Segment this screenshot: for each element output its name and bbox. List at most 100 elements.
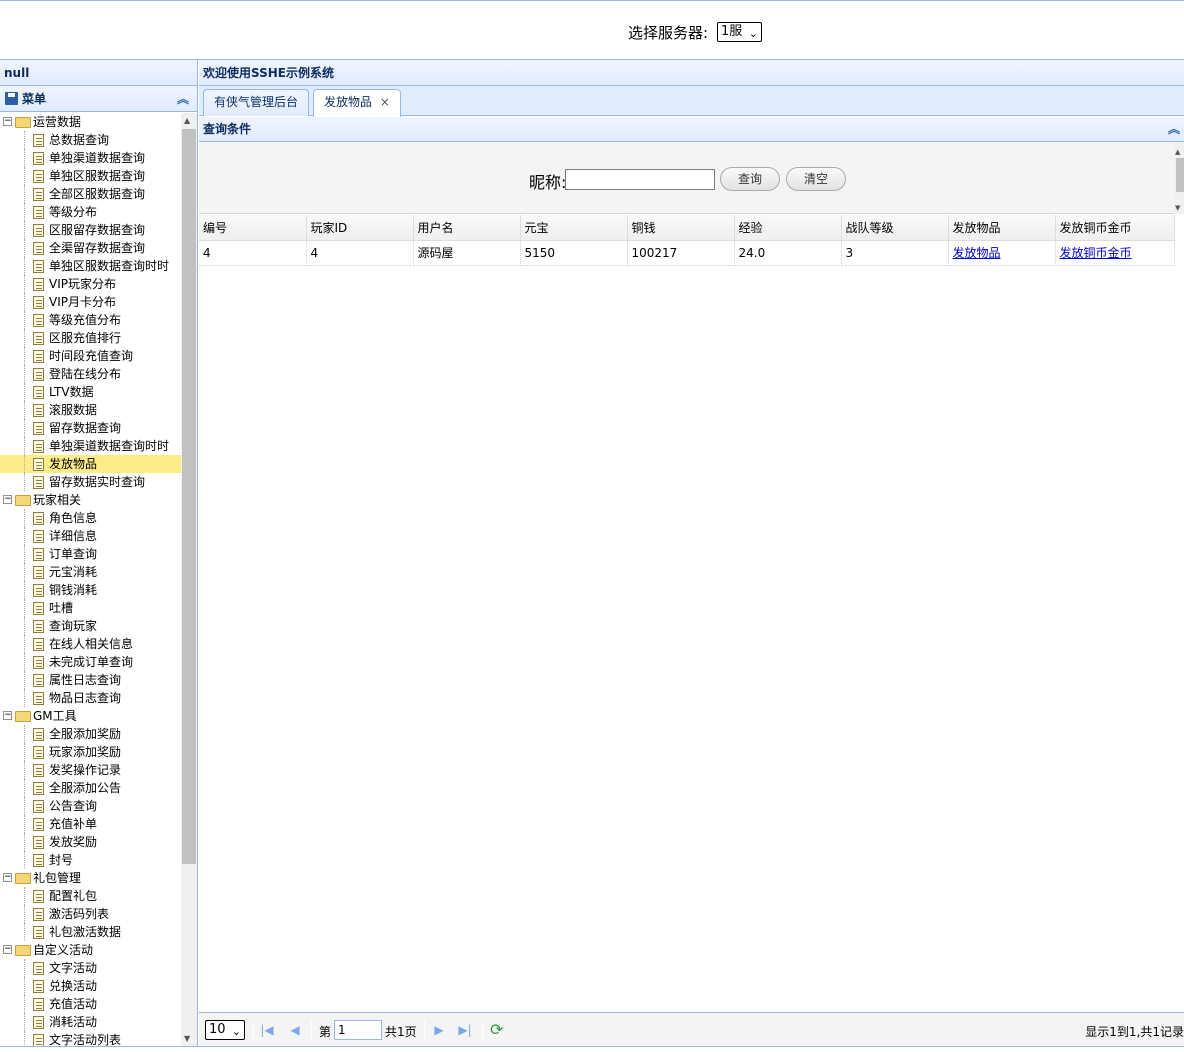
- column-header[interactable]: 战队等级: [841, 215, 949, 241]
- column-header[interactable]: 编号: [199, 215, 307, 241]
- tree-item[interactable]: 登陆在线分布: [0, 365, 181, 383]
- tree-item[interactable]: 文字活动: [0, 959, 181, 977]
- tree-item[interactable]: 兑换活动: [0, 977, 181, 995]
- tree-item[interactable]: 全服添加奖励: [0, 725, 181, 743]
- collapse-up-icon[interactable]: ︽: [1168, 117, 1180, 142]
- tree-item[interactable]: 单独区服数据查询: [0, 167, 181, 185]
- tree-item[interactable]: 未完成订单查询: [0, 653, 181, 671]
- tree-item[interactable]: 吐槽: [0, 599, 181, 617]
- tree-item[interactable]: 留存数据查询: [0, 419, 181, 437]
- tree-item[interactable]: 滚服数据: [0, 401, 181, 419]
- collapse-toggle-icon[interactable]: −: [3, 117, 12, 126]
- nickname-input[interactable]: [565, 169, 715, 190]
- first-page-icon[interactable]: |◀: [260, 1022, 274, 1038]
- column-header[interactable]: 发放物品: [948, 215, 1056, 241]
- tree-item[interactable]: 玩家添加奖励: [0, 743, 181, 761]
- tree-item[interactable]: 等级充值分布: [0, 311, 181, 329]
- collapse-toggle-icon[interactable]: −: [3, 945, 12, 954]
- tree-item[interactable]: 查询玩家: [0, 617, 181, 635]
- issue-coins-link[interactable]: 发放铜币金币: [1060, 246, 1132, 260]
- next-page-icon[interactable]: ▶: [432, 1022, 446, 1038]
- refresh-icon[interactable]: ⟳: [490, 1021, 508, 1039]
- page-size-select[interactable]: 10 ⌄: [205, 1020, 245, 1040]
- column-header[interactable]: 玩家ID: [306, 215, 414, 241]
- tree-folder[interactable]: − GM工具: [0, 707, 181, 725]
- tab-admin[interactable]: 有侠气管理后台: [203, 89, 310, 116]
- tab-issue-items[interactable]: 发放物品 ×: [313, 89, 401, 117]
- collapse-toggle-icon[interactable]: −: [3, 711, 12, 720]
- tree-item[interactable]: 角色信息: [0, 509, 181, 527]
- scroll-down-icon[interactable]: ▼: [1175, 204, 1180, 212]
- collapse-toggle-icon[interactable]: −: [3, 873, 12, 882]
- column-header[interactable]: 用户名: [413, 215, 521, 241]
- tree-item[interactable]: 全服添加公告: [0, 779, 181, 797]
- file-icon: [33, 656, 44, 669]
- tree-item[interactable]: 元宝消耗: [0, 563, 181, 581]
- tree-folder[interactable]: − 自定义活动: [0, 941, 181, 959]
- prev-page-icon[interactable]: ◀: [288, 1022, 302, 1038]
- tree-item[interactable]: 区服留存数据查询: [0, 221, 181, 239]
- column-header[interactable]: 经验: [734, 215, 842, 241]
- tree-folder[interactable]: − 运营数据: [0, 113, 181, 131]
- tree-item[interactable]: 充值活动: [0, 995, 181, 1013]
- server-select[interactable]: 1服 ⌄: [717, 22, 762, 42]
- tree-folder[interactable]: − 玩家相关: [0, 491, 181, 509]
- tree-item[interactable]: 铜钱消耗: [0, 581, 181, 599]
- column-header[interactable]: 铜钱: [627, 215, 735, 241]
- query-button[interactable]: 查询: [720, 167, 780, 191]
- issue-items-link[interactable]: 发放物品: [953, 246, 1001, 260]
- tree-item[interactable]: 总数据查询: [0, 131, 181, 149]
- page-number-input[interactable]: 1: [334, 1020, 382, 1040]
- tree-item[interactable]: 属性日志查询: [0, 671, 181, 689]
- tree-item[interactable]: 激活码列表: [0, 905, 181, 923]
- tree-folder[interactable]: − 礼包管理: [0, 869, 181, 887]
- tree-item[interactable]: 封号: [0, 851, 181, 869]
- tree-item[interactable]: 充值补单: [0, 815, 181, 833]
- tree-item[interactable]: 时间段充值查询: [0, 347, 181, 365]
- last-page-icon[interactable]: ▶|: [458, 1022, 472, 1038]
- tree-item[interactable]: 留存数据实时查询: [0, 473, 181, 491]
- tree-item[interactable]: 订单查询: [0, 545, 181, 563]
- tree-item[interactable]: 全部区服数据查询: [0, 185, 181, 203]
- tree-item[interactable]: LTV数据: [0, 383, 181, 401]
- scroll-down-icon[interactable]: ▼: [184, 1034, 190, 1043]
- file-icon: [33, 152, 44, 165]
- tree-scrollbar[interactable]: ▲ ▼: [181, 113, 197, 1046]
- column-header[interactable]: 发放铜币金币: [1055, 215, 1175, 241]
- tree-label: 在线人相关信息: [49, 637, 134, 651]
- tree-item[interactable]: 发奖操作记录: [0, 761, 181, 779]
- tree-item[interactable]: 详细信息: [0, 527, 181, 545]
- scrollbar-thumb[interactable]: [1176, 158, 1184, 192]
- tree-item[interactable]: 单独渠道数据查询: [0, 149, 181, 167]
- collapse-up-icon[interactable]: ︽: [177, 86, 189, 112]
- scroll-up-icon[interactable]: ▲: [1175, 148, 1180, 156]
- tree-item[interactable]: 全渠留存数据查询: [0, 239, 181, 257]
- table-cell: 5150: [520, 240, 628, 266]
- tree-item[interactable]: 公告查询: [0, 797, 181, 815]
- menu-header[interactable]: 菜单 ︽: [0, 86, 197, 112]
- tree-line: [24, 1013, 25, 1031]
- tree-item[interactable]: 发放物品: [0, 455, 181, 473]
- file-icon: [33, 404, 44, 417]
- tree-item[interactable]: 配置礼包: [0, 887, 181, 905]
- tree-item[interactable]: 物品日志查询: [0, 689, 181, 707]
- tree-item[interactable]: 礼包激活数据: [0, 923, 181, 941]
- column-header[interactable]: 元宝: [520, 215, 628, 241]
- tree-item[interactable]: 单独渠道数据查询时时: [0, 437, 181, 455]
- tree-item[interactable]: 等级分布: [0, 203, 181, 221]
- collapse-toggle-icon[interactable]: −: [3, 495, 12, 504]
- table-row[interactable]: 4 4 源码屋 5150 100217 24.0 3 发放物品 发放铜币金币: [199, 240, 1175, 266]
- tree-item[interactable]: 区服充值排行: [0, 329, 181, 347]
- tree-item[interactable]: VIP玩家分布: [0, 275, 181, 293]
- query-scrollbar[interactable]: ▲ ▼: [1174, 142, 1184, 214]
- tree-item[interactable]: 在线人相关信息: [0, 635, 181, 653]
- tree-item[interactable]: 发放奖励: [0, 833, 181, 851]
- tree-item[interactable]: VIP月卡分布: [0, 293, 181, 311]
- clear-button[interactable]: 清空: [786, 167, 846, 191]
- tree-item[interactable]: 消耗活动: [0, 1013, 181, 1031]
- scroll-up-icon[interactable]: ▲: [184, 116, 190, 125]
- close-icon[interactable]: ×: [380, 95, 390, 109]
- tree-item[interactable]: 文字活动列表: [0, 1031, 181, 1046]
- tree-item[interactable]: 单独区服数据查询时时: [0, 257, 181, 275]
- scrollbar-thumb[interactable]: [182, 129, 196, 864]
